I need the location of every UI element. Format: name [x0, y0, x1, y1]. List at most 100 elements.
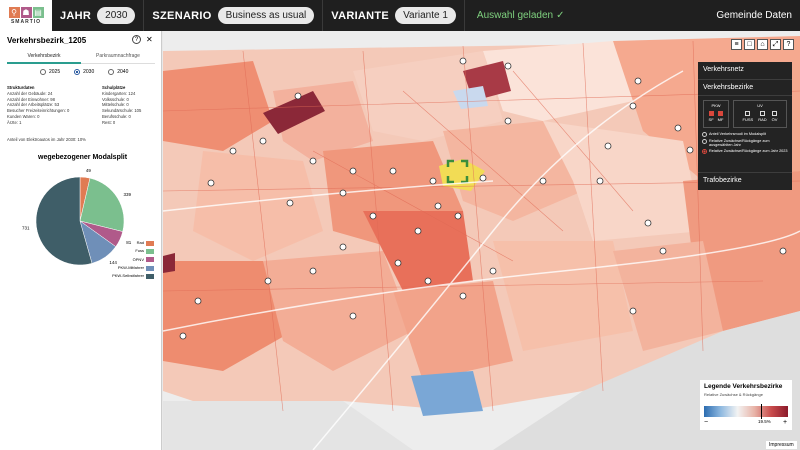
legend-swatch — [146, 265, 154, 271]
checkbox-sf[interactable]: SF — [709, 108, 714, 122]
pedestrian-icon: ☗ — [20, 6, 32, 18]
year-option-label: 2030 — [83, 69, 95, 75]
checkbox-oev[interactable]: ÖV — [772, 108, 778, 122]
district-area-high[interactable] — [163, 253, 175, 273]
option-relative-selected-year[interactable]: Relative Zuwächse/Rückgänge zum ausgewäh… — [702, 138, 792, 148]
variant-dropdown[interactable]: Variante 1 — [395, 7, 456, 24]
app-logo[interactable]: ⚲ ☗ ▤ SMARTIO — [0, 0, 52, 31]
close-icon[interactable]: ✕ — [146, 35, 153, 44]
radio-selected-icon — [74, 69, 81, 75]
zone-centroid-marker[interactable] — [434, 202, 442, 210]
zone-centroid-marker[interactable] — [294, 92, 302, 100]
zone-centroid-marker[interactable] — [414, 227, 422, 235]
checkbox-mf[interactable]: MF — [718, 108, 723, 122]
scenario-dropdown[interactable]: Business as usual — [217, 7, 315, 24]
legend-swatch — [146, 240, 154, 246]
year-dropdown[interactable]: 2030 — [97, 7, 136, 24]
school-data: Schulplätze Kindergarten: 124 Volksschul… — [102, 85, 141, 126]
option-label: Relative Zuwächse/Rückgänge zum ausgewäh… — [709, 138, 770, 148]
zone-centroid-marker[interactable] — [349, 167, 357, 175]
zone-centroid-marker[interactable] — [489, 267, 497, 275]
year-option-2030[interactable]: 2030 — [74, 69, 94, 75]
zone-centroid-marker[interactable] — [394, 259, 402, 267]
layers-icon[interactable]: ≡ — [731, 39, 742, 50]
checkbox-rad[interactable]: RAD — [758, 108, 767, 122]
year-option-2025[interactable]: 2025 — [40, 69, 60, 75]
zone-centroid-marker[interactable] — [264, 277, 272, 285]
zone-centroid-marker[interactable] — [339, 243, 347, 251]
checkbox-icon — [772, 111, 778, 116]
zone-centroid-marker[interactable] — [504, 117, 512, 125]
zone-centroid-marker[interactable] — [229, 147, 237, 155]
tab-parkraumnachfrage[interactable]: Parkraumnachfrage — [81, 51, 155, 64]
zone-centroid-marker[interactable] — [539, 177, 547, 185]
layer-verkehrsbezirke[interactable]: Verkehrsbezirke — [698, 80, 792, 96]
home-icon[interactable]: ⌂ — [757, 39, 768, 50]
layer-verkehrsnetz[interactable]: Verkehrsnetz — [698, 62, 792, 80]
zone-centroid-marker[interactable] — [309, 157, 317, 165]
zone-centroid-marker[interactable] — [634, 77, 642, 85]
year-option-2040[interactable]: 2040 — [108, 69, 128, 75]
top-bar: ⚲ ☗ ▤ SMARTIO JAHR 2030 SZENARIO Busines… — [0, 0, 800, 31]
zone-centroid-marker[interactable] — [504, 62, 512, 70]
legend-swatch — [146, 273, 154, 279]
zone-centroid-marker[interactable] — [179, 332, 187, 340]
help-icon[interactable]: ? — [132, 35, 141, 44]
zone-centroid-marker[interactable] — [259, 137, 267, 145]
legend-item: ÖPNV — [104, 256, 154, 264]
zone-centroid-marker[interactable] — [389, 167, 397, 175]
impressum-link[interactable]: Impressum — [766, 441, 797, 449]
zone-centroid-marker[interactable] — [349, 312, 357, 320]
zone-centroid-marker[interactable] — [686, 146, 694, 154]
help-icon[interactable]: ? — [783, 39, 794, 50]
checkbox-icon — [745, 111, 751, 116]
zone-centroid-marker[interactable] — [339, 189, 347, 197]
option-modal-share[interactable]: Anteil Verkehrsmodi im Modalsplit — [702, 132, 792, 137]
legend-item: PKW-Selbstfahrer — [104, 272, 154, 280]
gemeinde-daten-button[interactable]: Gemeinde Daten — [716, 10, 800, 21]
zone-centroid-marker[interactable] — [454, 212, 462, 220]
legend-label: ÖPNV — [132, 256, 144, 262]
school-line: Rest: 0 — [102, 119, 116, 125]
zone-centroid-marker[interactable] — [604, 142, 612, 150]
zone-centroid-marker[interactable] — [194, 297, 202, 305]
structure-data: Strukturdaten Anzahl der Gebäude: 24 Anz… — [7, 85, 69, 126]
option-relative-2023[interactable]: Relative Zuwächse/Rückgänge zum Jahr 202… — [702, 149, 792, 155]
layer-trafobezirke[interactable]: Trafobezirke — [698, 172, 792, 188]
bike-icon: ⚲ — [8, 6, 20, 18]
zone-centroid-marker[interactable] — [479, 174, 487, 182]
zone-centroid-marker[interactable] — [369, 212, 377, 220]
checkbox-checked-icon — [708, 111, 714, 116]
modal-split-title: wegebezogener Modalsplit — [38, 154, 128, 161]
zone-centroid-marker[interactable] — [459, 57, 467, 65]
zone-centroid-marker[interactable] — [629, 307, 637, 315]
zone-centroid-marker[interactable] — [429, 177, 437, 185]
year-label: JAHR — [60, 9, 92, 22]
zone-centroid-marker[interactable] — [424, 277, 432, 285]
zone-centroid-marker[interactable] — [596, 177, 604, 185]
radio-icon — [702, 138, 707, 144]
zone-centroid-marker[interactable] — [459, 292, 467, 300]
zone-centroid-marker[interactable] — [309, 267, 317, 275]
display-options: Anteil Verkehrsmodi im Modalsplit Relati… — [702, 132, 792, 156]
legend-item: Fuss — [104, 247, 154, 255]
zone-centroid-marker[interactable] — [629, 102, 637, 110]
year-selector: JAHR 2030 — [52, 0, 145, 31]
panel-title: Verkehrsbezirk_1205 — [7, 36, 87, 45]
district-area-decline[interactable] — [411, 371, 483, 416]
zone-centroid-marker[interactable] — [674, 124, 682, 132]
zone-centroid-marker[interactable] — [644, 219, 652, 227]
color-scale-bar — [704, 406, 788, 417]
zone-centroid-marker[interactable] — [207, 179, 215, 187]
pie-value-label: 49 — [86, 168, 92, 173]
radio-icon — [702, 132, 707, 137]
zone-centroid-marker[interactable] — [659, 247, 667, 255]
tab-verkehrsbezirk[interactable]: Verkehrsbezirk — [7, 51, 81, 64]
checkbox-fuss[interactable]: FUSS — [743, 108, 753, 122]
zone-centroid-marker[interactable] — [286, 199, 294, 207]
square-icon[interactable]: □ — [744, 39, 755, 50]
map-legend: Legende Verkehrsbezirke Relative Zuwächs… — [700, 380, 792, 430]
fullscreen-icon[interactable]: ⤢ — [770, 39, 781, 50]
bus-icon: ▤ — [32, 6, 44, 18]
zone-centroid-marker[interactable] — [779, 247, 787, 255]
